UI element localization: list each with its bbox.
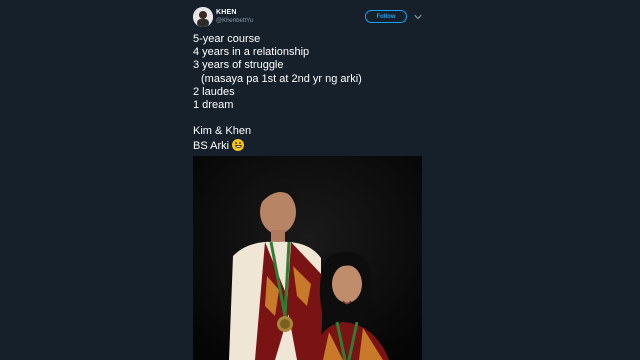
follow-button[interactable]: Follow [365,10,407,23]
tweet-text-line: BS Arki [193,139,230,152]
grinning-face-emoji [232,138,245,151]
tweet-text-line: 4 years in a relationship [193,46,310,59]
tweet-text-line: 3 years of struggle [193,59,284,72]
author-display-name[interactable]: KHEN [216,9,237,16]
tweet-text-line-with-emoji: BS Arki [193,138,423,152]
avatar-photo [193,7,213,27]
tweet-text-line: 5-year course [193,33,261,45]
tweet-text-line: 2 laudes [193,85,235,98]
author-avatar[interactable] [193,7,213,27]
tweet-text-line [193,112,423,125]
tweet-photo[interactable] [193,156,422,360]
tweet-text-line: 1 dream [193,98,234,111]
graduation-photo-image [193,156,422,360]
chevron-down-icon[interactable] [414,13,422,21]
author-handle[interactable]: @KhenbettYu [216,18,253,24]
tweet-text: 5-year course 4 years in a relationship … [193,33,423,152]
tweet-text-line: Kim & Khen [193,125,252,138]
tweet-text-line: (masaya pa 1st at 2nd yr ng arki) [201,72,362,85]
